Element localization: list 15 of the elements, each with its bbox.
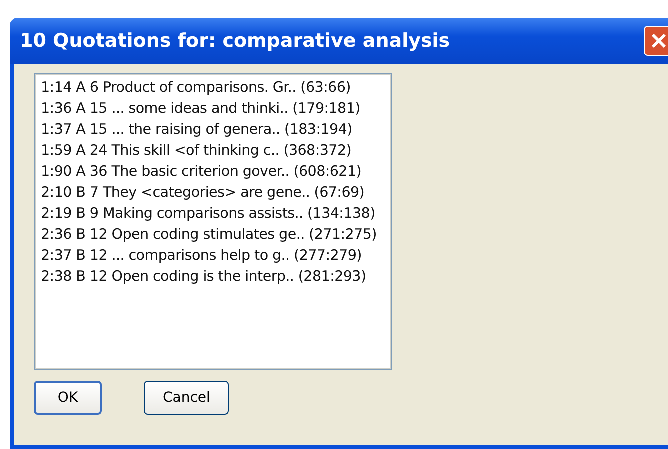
list-item[interactable]: 2:36 B 12 Open coding stimulates ge.. (271:275) bbox=[41, 225, 385, 246]
close-icon bbox=[651, 33, 667, 49]
list-item[interactable]: 1:14 A 6 Product of comparisons. Gr.. (63:66) bbox=[41, 78, 385, 99]
list-item[interactable]: 2:10 B 7 They <categories> are gene.. (67:69) bbox=[41, 183, 385, 204]
window-title: 10 Quotations for: comparative analysis bbox=[20, 30, 450, 52]
list-item[interactable]: 2:38 B 12 Open coding is the interp.. (281:293) bbox=[41, 267, 385, 288]
list-item[interactable]: 1:90 A 36 The basic criterion gover.. (608:621) bbox=[41, 162, 385, 183]
list-item[interactable]: 2:19 B 9 Making comparisons assists.. (134:138) bbox=[41, 204, 385, 225]
list-item[interactable]: 1:36 A 15 ... some ideas and thinki.. (179:181) bbox=[41, 99, 385, 120]
list-item[interactable]: 1:37 A 15 ... the raising of genera.. (183:194) bbox=[41, 120, 385, 141]
cancel-button[interactable]: Cancel bbox=[144, 381, 230, 415]
list-item[interactable]: 1:59 A 24 This skill <of thinking c.. (368:372) bbox=[41, 141, 385, 162]
close-button[interactable] bbox=[644, 26, 668, 56]
list-item[interactable]: 2:37 B 12 ... comparisons help to g.. (277:279) bbox=[41, 246, 385, 267]
ok-button[interactable]: OK bbox=[34, 381, 102, 415]
